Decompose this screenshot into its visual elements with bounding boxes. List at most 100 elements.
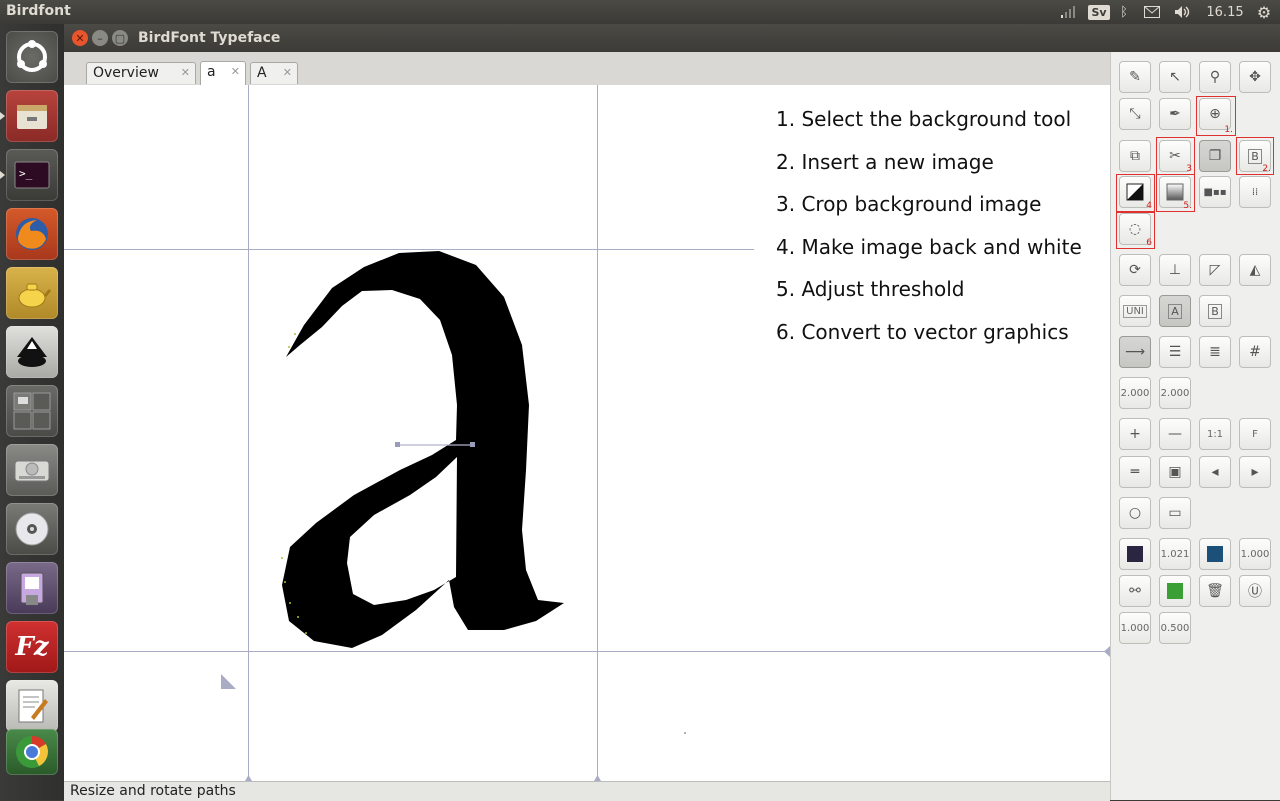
instruction-step: 6. Convert to vector graphics [776, 319, 1069, 344]
stroke-width-spinner[interactable]: 2.000 [1119, 377, 1151, 409]
highlight-step-5: 5. [1156, 174, 1195, 212]
equals-icon: ═ [1130, 464, 1140, 480]
unicode-label: UNI [1123, 304, 1147, 318]
line-tool-button[interactable]: ⟶ [1119, 336, 1151, 368]
line-icon: ⟶ [1124, 344, 1146, 360]
fill-color-button[interactable] [1119, 538, 1151, 570]
point-tool-button[interactable]: ↖ [1159, 61, 1191, 93]
fit-button[interactable]: F [1239, 418, 1271, 450]
network-icon[interactable] [1058, 0, 1078, 24]
zoom-out-button[interactable]: — [1159, 418, 1191, 450]
fill-alpha-spinner[interactable]: 1.021 [1159, 538, 1191, 570]
chrome-icon[interactable] [6, 729, 58, 775]
highlight-number: 3 [1186, 164, 1192, 174]
guides-icon: ☰ [1168, 344, 1182, 360]
unicode-circle-button[interactable]: Ⓤ [1239, 575, 1271, 607]
usb-drive-icon[interactable] [6, 562, 58, 614]
unicode-button[interactable]: UNI [1119, 295, 1151, 327]
zoom-in-button[interactable]: + [1119, 418, 1151, 450]
highlight-number: 4 [1146, 201, 1152, 211]
align-baseline-button[interactable]: ⊥ [1159, 254, 1191, 286]
previous-view-button[interactable]: ◂ [1199, 456, 1231, 488]
grid-size-spinner[interactable]: 2.000 [1159, 377, 1191, 409]
rotate-tool-button[interactable]: ⟳ [1119, 254, 1151, 286]
text-a-icon: A [1168, 303, 1182, 319]
show-background-a-button[interactable]: A [1159, 295, 1191, 327]
circle-tool-button[interactable]: ○ [1119, 497, 1151, 529]
close-tab-icon[interactable]: ✕ [181, 66, 190, 79]
minimize-window-button[interactable]: – [92, 30, 108, 46]
value-b-spinner[interactable]: 0.500 [1159, 612, 1191, 644]
resize-tool-button[interactable]: ⤡ [1119, 98, 1151, 130]
resize-handle-icon[interactable] [221, 674, 236, 689]
rectangle-tool-button[interactable]: ▭ [1159, 497, 1191, 529]
delete-background-button[interactable]: 🗑 [1199, 575, 1231, 607]
green-color-button[interactable] [1159, 575, 1191, 607]
flip-horizontal-button[interactable]: ◭ [1239, 254, 1271, 286]
workspace-switcher-icon[interactable] [6, 385, 58, 437]
show-background-b-button[interactable]: B [1199, 295, 1231, 327]
text-editor-icon[interactable] [6, 680, 58, 732]
teapot-app-icon[interactable] [6, 267, 58, 319]
mail-icon[interactable] [1142, 0, 1162, 24]
inkscape-icon[interactable] [6, 326, 58, 378]
close-icon: ✕ [75, 31, 85, 45]
path-points-button[interactable]: ⚯ [1119, 575, 1151, 607]
stroke-color-button[interactable] [1199, 538, 1231, 570]
show-bg-button[interactable]: ■▪▪ [1199, 176, 1231, 208]
filezilla-icon[interactable]: Fz [6, 621, 58, 673]
tab-glyph-a-lower[interactable]: a ✕ [200, 61, 246, 85]
terminal-icon[interactable]: >_ [6, 149, 58, 201]
control-point-left[interactable] [395, 442, 400, 447]
disk-drive-icon[interactable] [6, 444, 58, 496]
close-tab-icon[interactable]: ✕ [283, 66, 292, 79]
flip-vertical-button[interactable]: ◸ [1199, 254, 1231, 286]
layers-icon: ❐ [1208, 148, 1222, 164]
resize-icon: ⤡ [1129, 106, 1141, 122]
stroke-alpha-value: 1.000 [1240, 548, 1270, 560]
session-gear-icon[interactable]: ⚙ [1252, 0, 1276, 24]
grid-size-value: 2.000 [1160, 387, 1190, 399]
maximize-window-button[interactable]: ▢ [112, 30, 128, 46]
file-manager-icon[interactable] [6, 90, 58, 142]
dash-home-icon[interactable] [6, 31, 58, 83]
tab-overview[interactable]: Overview ✕ [86, 62, 196, 84]
pen-tool-button[interactable]: ✎ [1119, 61, 1151, 93]
move-background-button[interactable]: ❐ [1199, 140, 1231, 172]
control-point-right[interactable] [470, 442, 475, 447]
glyph-canvas[interactable]: 1. Select the background tool 2. Insert … [64, 85, 1110, 781]
close-window-button[interactable]: ✕ [72, 30, 88, 46]
full-glyph-button[interactable]: ═ [1119, 456, 1151, 488]
instruction-step: 2. Insert a new image [776, 149, 994, 174]
next-view-button[interactable]: ▸ [1239, 456, 1271, 488]
fit-selection-button[interactable]: ▣ [1159, 456, 1191, 488]
guides-multiple-icon: ≣ [1209, 344, 1221, 360]
brush-tool-button[interactable]: ✒ [1159, 98, 1191, 130]
more-guides-button[interactable]: ≣ [1199, 336, 1231, 368]
firefox-icon[interactable] [6, 208, 58, 260]
guide-lines-button[interactable]: ☰ [1159, 336, 1191, 368]
zoom-tool-button[interactable]: ⚲ [1199, 61, 1231, 93]
keyboard-layout-indicator[interactable]: Sv [1088, 0, 1110, 24]
volume-icon[interactable] [1172, 0, 1194, 24]
close-tab-icon[interactable]: ✕ [231, 65, 240, 78]
grid-button[interactable]: # [1239, 336, 1271, 368]
zoom-one-to-one-button[interactable]: 1:1 [1199, 418, 1231, 450]
value-a-spinner[interactable]: 1.000 [1119, 612, 1151, 644]
tab-glyph-a-upper[interactable]: A ✕ [250, 62, 298, 84]
background-glyph-image[interactable] [282, 251, 564, 648]
optical-disc-icon[interactable] [6, 503, 58, 555]
pen-icon: ✎ [1129, 69, 1141, 85]
window-title: BirdFont Typeface [138, 30, 281, 46]
toolbox: ✎ ↖ ⚲ ✥ ⤡ ✒ ⊕ ⧉ ✂ ❐ B ■▪▪ ⁞⁞ ◌ 1. 2. 3 4… [1110, 52, 1280, 800]
clock[interactable]: 16.15 [1204, 0, 1246, 24]
highlight-step-6: 6 [1116, 212, 1155, 249]
tab-bar: Overview ✕ a ✕ A ✕ [64, 52, 1110, 86]
highlight-step-4: 4 [1116, 174, 1155, 212]
bluetooth-icon[interactable]: ᛒ [1116, 0, 1132, 24]
stroke-alpha-spinner[interactable]: 1.000 [1239, 538, 1271, 570]
transform-tool-button[interactable]: ⧉ [1119, 140, 1151, 172]
move-tool-button[interactable]: ✥ [1239, 61, 1271, 93]
window-title-bar[interactable]: ✕ – ▢ BirdFont Typeface [64, 24, 1280, 52]
grid-points-button[interactable]: ⁞⁞ [1239, 176, 1271, 208]
